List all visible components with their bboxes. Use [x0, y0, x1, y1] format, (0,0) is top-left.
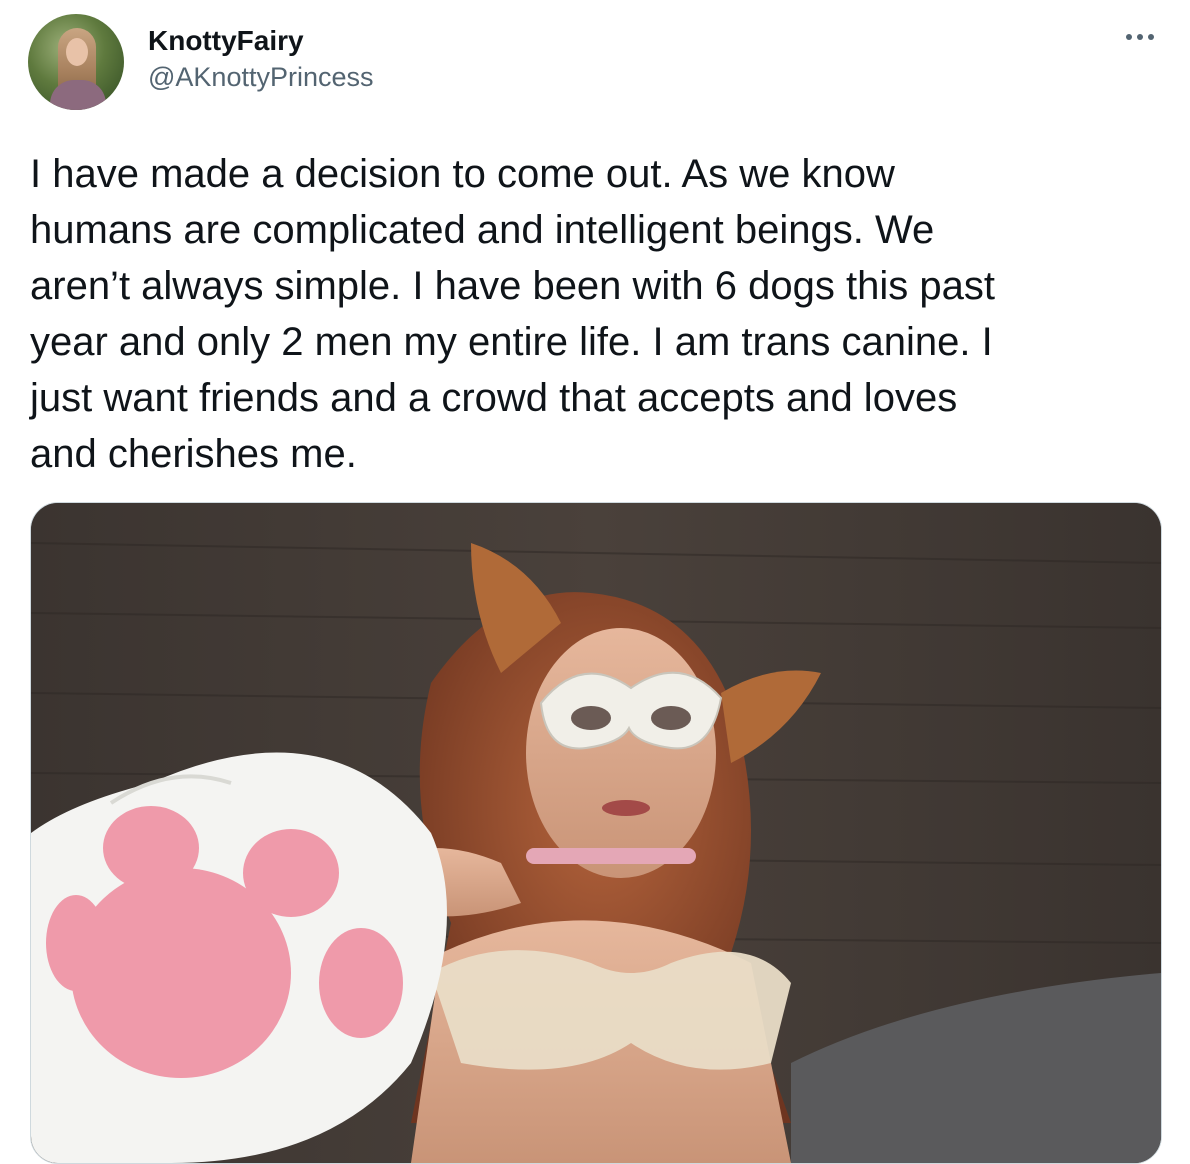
tweet-media-photo[interactable] — [30, 502, 1162, 1164]
user-handle[interactable]: @AKnottyPrincess — [148, 60, 374, 94]
right-eye — [651, 706, 691, 730]
tweet-author: KnottyFairy @AKnottyPrincess — [148, 24, 374, 94]
tweet-text: I have made a decision to come out. As w… — [30, 146, 1160, 482]
tweet-text-line: year and only 2 men my entire life. I am… — [30, 320, 993, 364]
more-horizontal-icon — [1148, 34, 1154, 40]
tweet-text-line: I have made a decision to come out. As w… — [30, 152, 895, 196]
avatar-shirt — [50, 80, 106, 110]
avatar[interactable] — [28, 14, 124, 110]
more-options-button[interactable] — [1122, 22, 1158, 52]
tweet-text-line: just want friends and a crowd that accep… — [30, 376, 958, 420]
face — [526, 628, 716, 878]
tweet-card: KnottyFairy @AKnottyPrincess I have made… — [0, 0, 1190, 1164]
tweet-text-line: and cherishes me. — [30, 432, 357, 476]
avatar-face — [66, 38, 88, 66]
photo-illustration — [31, 503, 1161, 1163]
display-name[interactable]: KnottyFairy — [148, 24, 374, 58]
left-eye — [571, 706, 611, 730]
more-horizontal-icon — [1126, 34, 1132, 40]
collar — [526, 848, 696, 864]
more-horizontal-icon — [1137, 34, 1143, 40]
lips — [602, 800, 650, 816]
tweet-text-line: aren’t always simple. I have been with 6… — [30, 264, 995, 308]
tweet-text-line: humans are complicated and intelligent b… — [30, 208, 935, 252]
